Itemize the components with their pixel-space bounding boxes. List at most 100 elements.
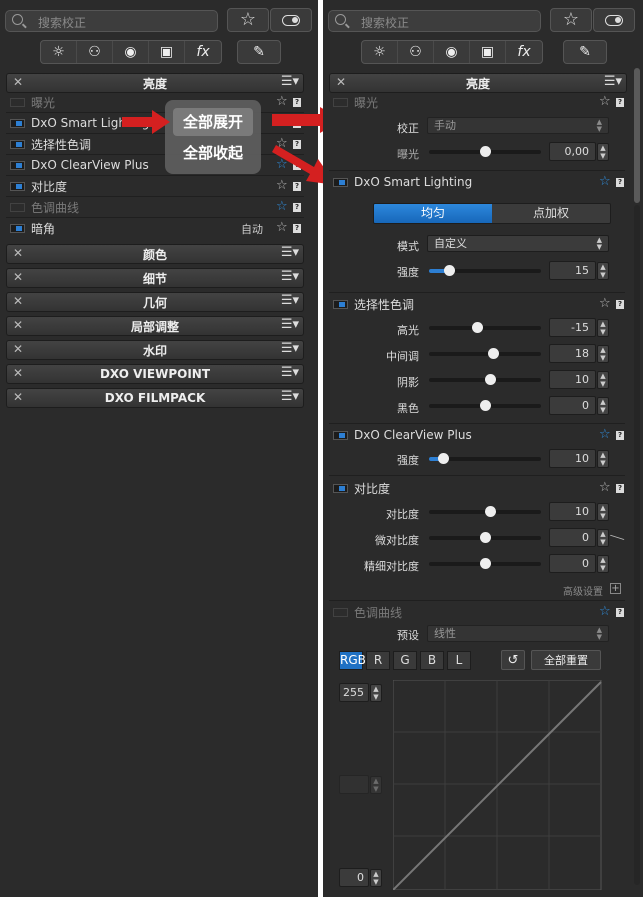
close-icon[interactable]: ✕ <box>13 366 23 380</box>
shadows-slider[interactable] <box>429 374 541 385</box>
intensity-value[interactable]: 10 <box>549 449 596 468</box>
curve-top-stepper[interactable]: ▲ ▼ <box>370 684 382 702</box>
help-icon[interactable]: ? <box>616 484 624 493</box>
star-icon[interactable]: ☆ <box>276 199 288 214</box>
section-header[interactable]: ✕ 几何 ☰▾ <box>6 292 304 312</box>
advanced-settings-link[interactable]: 高级设置 <box>563 583 603 598</box>
blacks-value[interactable]: 0 <box>549 396 596 415</box>
close-icon[interactable]: ✕ <box>336 75 346 89</box>
item-checkbox[interactable] <box>10 202 25 212</box>
selective-tone-header[interactable]: 选择性色调 <box>333 294 414 314</box>
menu-icon[interactable]: ☰▾ <box>281 74 299 89</box>
help-icon[interactable]: ? <box>616 608 624 617</box>
exposure-header[interactable]: 曝光 <box>333 92 378 112</box>
smart-lighting-intensity-slider[interactable] <box>429 265 541 276</box>
clearview-checkbox[interactable] <box>333 430 348 440</box>
channel-button[interactable]: B <box>420 651 444 670</box>
contrast-slider[interactable] <box>429 506 541 517</box>
fine-contrast-stepper[interactable]: ▲ ▼ <box>597 555 609 573</box>
slider-knob[interactable] <box>472 322 483 333</box>
scrollbar-thumb[interactable] <box>634 68 640 203</box>
local-adjust-button[interactable]: ✎ <box>237 40 281 64</box>
tone-curve-header[interactable]: 色调曲线 <box>333 602 402 622</box>
undo-button[interactable]: ↺ <box>501 650 525 670</box>
sun-icon[interactable]: ☼ <box>362 41 398 63</box>
channel-button[interactable]: L <box>447 651 471 670</box>
channel-button[interactable]: RGB <box>339 651 366 670</box>
item-checkbox[interactable] <box>10 181 25 191</box>
favorites-button[interactable]: ☆ <box>550 8 592 32</box>
left-item-row[interactable]: 曝光 <box>10 92 55 112</box>
help-icon[interactable]: ? <box>293 203 301 212</box>
color-circles-icon[interactable]: ⚇ <box>398 41 434 63</box>
detail-icon[interactable]: ◉ <box>113 41 149 63</box>
channel-button[interactable]: G <box>393 651 417 670</box>
midtones-value[interactable]: 18 <box>549 344 596 363</box>
sun-icon[interactable]: ☼ <box>41 41 77 63</box>
smart-lighting-checkbox[interactable] <box>333 177 348 187</box>
micro-contrast-slider[interactable] <box>429 532 541 543</box>
plus-icon[interactable]: + <box>610 583 621 594</box>
menu-icon[interactable]: ☰▾ <box>281 245 299 260</box>
menu-icon[interactable]: ☰▾ <box>281 269 299 284</box>
slider-knob[interactable] <box>438 453 449 464</box>
collapse-all-item[interactable]: 全部收起 <box>173 140 253 166</box>
item-checkbox[interactable] <box>10 97 25 107</box>
exposure-checkbox[interactable] <box>333 97 348 107</box>
micro-contrast-value[interactable]: 0 <box>549 528 596 547</box>
star-icon[interactable]: ☆ <box>599 296 611 311</box>
reset-all-button[interactable]: 全部重置 <box>531 650 601 670</box>
intensity-value[interactable]: 15 <box>549 261 596 280</box>
help-icon[interactable]: ? <box>616 300 624 309</box>
fx-icon[interactable]: fx <box>506 41 542 63</box>
geometry-icon[interactable]: ▣ <box>149 41 185 63</box>
menu-icon[interactable]: ☰▾ <box>281 293 299 308</box>
star-icon[interactable]: ☆ <box>276 220 288 235</box>
contrast-value[interactable]: 10 <box>549 502 596 521</box>
curve-top-value[interactable]: 255 <box>339 683 369 702</box>
tab-uniform[interactable]: 均匀 <box>374 204 492 223</box>
shadows-value[interactable]: 10 <box>549 370 596 389</box>
close-icon[interactable]: ✕ <box>13 318 23 332</box>
midtones-slider[interactable] <box>429 348 541 359</box>
help-icon[interactable]: ? <box>616 178 624 187</box>
left-item-row[interactable]: DxO ClearView Plus <box>10 155 149 175</box>
curve-middle-stepper[interactable]: ▲ ▼ <box>370 776 382 794</box>
search-input[interactable]: 搜索校正 <box>5 10 218 32</box>
left-item-row[interactable]: 选择性色调 <box>10 134 91 154</box>
close-icon[interactable]: ✕ <box>13 390 23 404</box>
detail-icon[interactable]: ◉ <box>434 41 470 63</box>
slider-knob[interactable] <box>485 506 496 517</box>
left-item-row[interactable]: 暗角 <box>10 218 55 238</box>
help-icon[interactable]: ? <box>616 98 624 107</box>
smart-lighting-header[interactable]: DxO Smart Lighting <box>333 172 472 192</box>
close-icon[interactable]: ✕ <box>13 246 23 260</box>
menu-icon[interactable]: ☰▾ <box>281 389 299 404</box>
clearview-intensity-slider[interactable] <box>429 453 541 464</box>
slider-knob[interactable] <box>485 374 496 385</box>
local-adjust-button[interactable]: ✎ <box>563 40 607 64</box>
star-icon[interactable]: ☆ <box>599 480 611 495</box>
search-input-right[interactable]: 搜索校正 <box>328 10 541 32</box>
selective-tone-checkbox[interactable] <box>333 299 348 309</box>
section-header[interactable]: ✕ 水印 ☰▾ <box>6 340 304 360</box>
menu-icon[interactable]: ☰▾ <box>604 74 622 89</box>
scrollbar-track[interactable] <box>634 205 640 885</box>
section-header[interactable]: ✕ DXO VIEWPOINT ☰▾ <box>6 364 304 384</box>
favorites-button[interactable]: ☆ <box>227 8 269 32</box>
blacks-stepper[interactable]: ▲ ▼ <box>597 397 609 415</box>
contrast-stepper[interactable]: ▲ ▼ <box>597 503 609 521</box>
close-icon[interactable]: ✕ <box>13 270 23 284</box>
section-header-brightness[interactable]: ✕ 亮度 ☰▾ <box>329 73 627 93</box>
star-icon[interactable]: ☆ <box>599 94 611 109</box>
intensity-stepper[interactable]: ▲ ▼ <box>597 262 609 280</box>
toggle-button[interactable] <box>593 8 635 32</box>
highlights-value[interactable]: -15 <box>549 318 596 337</box>
blacks-slider[interactable] <box>429 400 541 411</box>
geometry-icon[interactable]: ▣ <box>470 41 506 63</box>
star-icon[interactable]: ☆ <box>599 427 611 442</box>
item-checkbox[interactable] <box>10 139 25 149</box>
close-icon[interactable]: ✕ <box>13 342 23 356</box>
highlights-stepper[interactable]: ▲ ▼ <box>597 319 609 337</box>
preset-select[interactable]: 线性 ▲ ▼ <box>427 625 609 642</box>
